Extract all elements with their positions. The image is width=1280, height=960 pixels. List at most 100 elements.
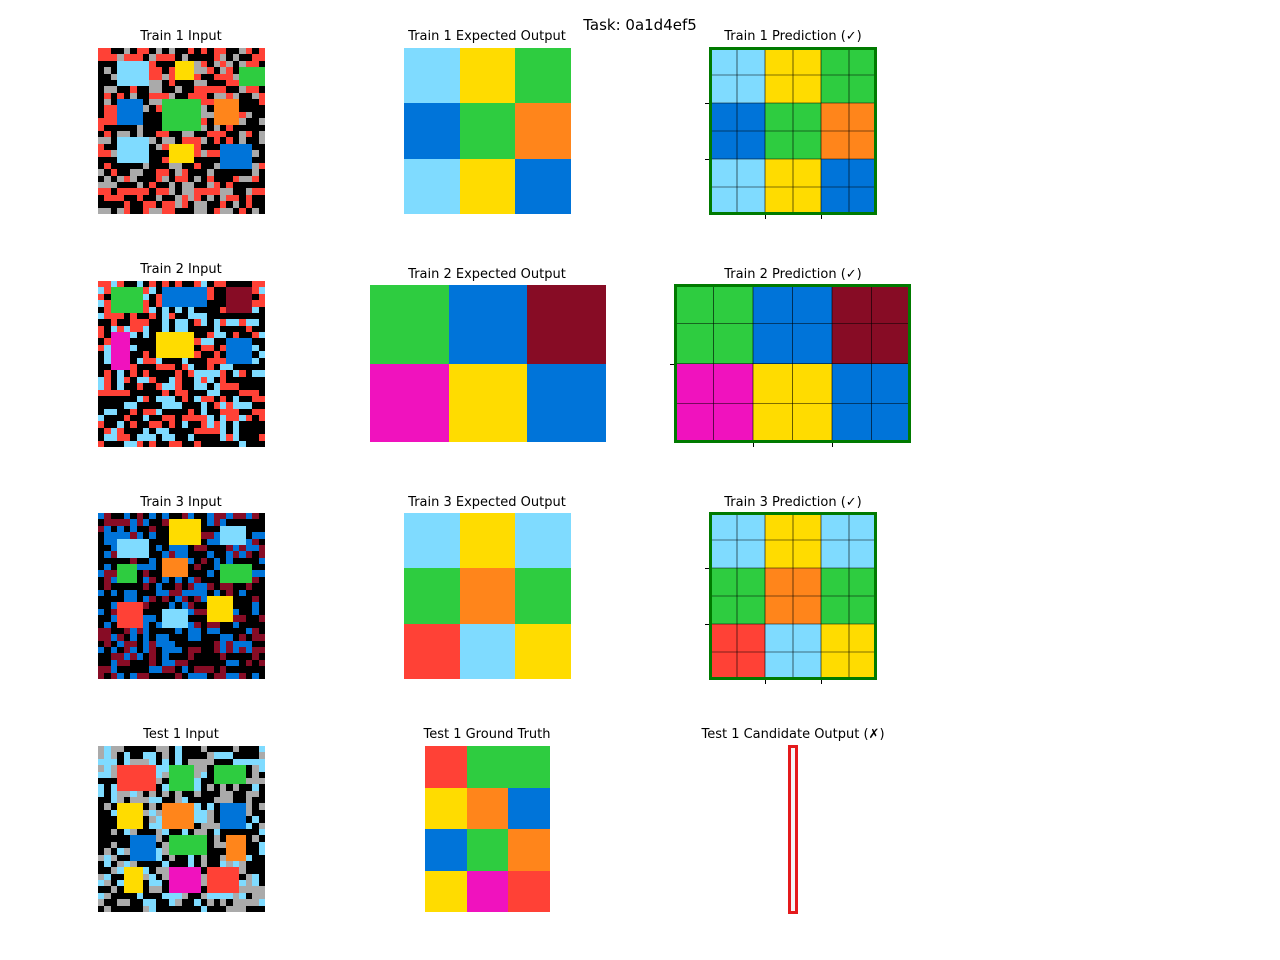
grid-cell [404, 568, 460, 624]
row2-expected-grid [370, 285, 606, 442]
grid-cell [404, 623, 460, 679]
grid-cell [753, 363, 832, 443]
row3-prediction-grid [705, 512, 877, 684]
grid-cell [370, 363, 449, 442]
prediction-cells [674, 284, 911, 443]
row1-expected-title: Train 1 Expected Output [408, 29, 566, 44]
grid-cell [459, 103, 516, 159]
grid-cell [765, 512, 821, 568]
axis-tick [821, 215, 822, 219]
grid-cell [674, 284, 753, 364]
grid-cell [448, 363, 528, 442]
grid-cell [709, 159, 765, 215]
axis-tick [705, 103, 709, 104]
row4-groundtruth-grid [425, 746, 550, 912]
grid-cell [674, 363, 753, 443]
grid-cell [821, 512, 877, 568]
grid-cell [821, 624, 877, 680]
row1-prediction-grid [705, 47, 877, 219]
row4-input-grid [98, 746, 265, 912]
row3-prediction-title: Train 3 Prediction (✓) [724, 495, 862, 510]
row1-expected-grid [404, 48, 571, 214]
grid-cell [466, 829, 509, 871]
grid-cell [821, 103, 877, 159]
axis-tick [705, 568, 709, 569]
grid-cell [765, 159, 821, 215]
grid-cell [459, 568, 516, 624]
grid-cell [709, 624, 765, 680]
grid-cell [515, 158, 571, 214]
axis-tick [765, 680, 766, 684]
grid-cell [527, 285, 606, 364]
grid-cell [448, 285, 528, 364]
grid-cell [515, 513, 571, 569]
row3-expected-grid [404, 513, 571, 679]
grid-cell [765, 568, 821, 624]
row1-input-title: Train 1 Input [140, 29, 222, 44]
grid-cell [404, 158, 460, 214]
row3-expected-title: Train 3 Expected Output [408, 495, 566, 510]
row4-candidate-grid [788, 745, 798, 914]
prediction-cells [709, 512, 877, 680]
grid-cell [515, 48, 571, 104]
grid-cell [753, 284, 832, 364]
grid-cell [466, 870, 509, 912]
prediction-cells [709, 47, 877, 215]
axis-tick [832, 443, 833, 447]
row2-prediction-title: Train 2 Prediction (✓) [724, 267, 862, 282]
grid-cell [459, 158, 516, 214]
row2-expected-title: Train 2 Expected Output [408, 267, 566, 282]
row4-candidate-title: Test 1 Candidate Output (✗) [701, 727, 885, 742]
row2-input-title: Train 2 Input [140, 262, 222, 277]
grid-cell [515, 623, 571, 679]
grid-cell [425, 870, 467, 912]
grid-cell [765, 47, 821, 103]
grid-cell [404, 513, 460, 569]
grid-cell [821, 47, 877, 103]
grid-cell [425, 746, 467, 788]
axis-tick [753, 443, 754, 447]
grid-cell [821, 159, 877, 215]
grid-cell [425, 787, 467, 829]
grid-cell [258, 440, 265, 447]
axis-tick [670, 363, 674, 365]
grid-cell [508, 746, 550, 788]
row2-prediction-grid [670, 284, 911, 447]
grid-cell [765, 103, 821, 159]
grid-cell [709, 103, 765, 159]
grid-cell [508, 870, 550, 912]
grid-cell [709, 568, 765, 624]
grid-cell [709, 512, 765, 568]
grid-cell [508, 787, 550, 829]
grid-cell [258, 207, 265, 214]
row4-groundtruth-title: Test 1 Ground Truth [423, 727, 551, 742]
grid-cell [425, 829, 467, 871]
grid-cell [527, 363, 606, 442]
grid-cell [709, 47, 765, 103]
row3-input-grid [98, 513, 265, 679]
grid-cell [459, 623, 516, 679]
grid-cell [404, 48, 460, 104]
grid-cell [258, 905, 265, 912]
axis-tick [705, 159, 709, 160]
row1-prediction-title: Train 1 Prediction (✓) [724, 29, 862, 44]
grid-cell [832, 284, 911, 364]
grid-cell [459, 48, 516, 104]
row4-input-title: Test 1 Input [143, 727, 219, 742]
grid-cell [466, 787, 509, 829]
axis-tick [705, 624, 709, 625]
grid-cell [459, 513, 516, 569]
grid-cell [370, 285, 449, 364]
grid-cell [258, 672, 265, 679]
grid-cell [515, 103, 571, 159]
axis-tick [765, 215, 766, 219]
grid-cell [508, 829, 550, 871]
grid-cell [404, 103, 460, 159]
row2-input-grid [98, 281, 265, 447]
grid-cell [466, 746, 509, 788]
grid-cell [821, 568, 877, 624]
grid-cell [832, 363, 911, 443]
grid-cell [765, 624, 821, 680]
grid-cell [515, 568, 571, 624]
axis-tick [821, 680, 822, 684]
